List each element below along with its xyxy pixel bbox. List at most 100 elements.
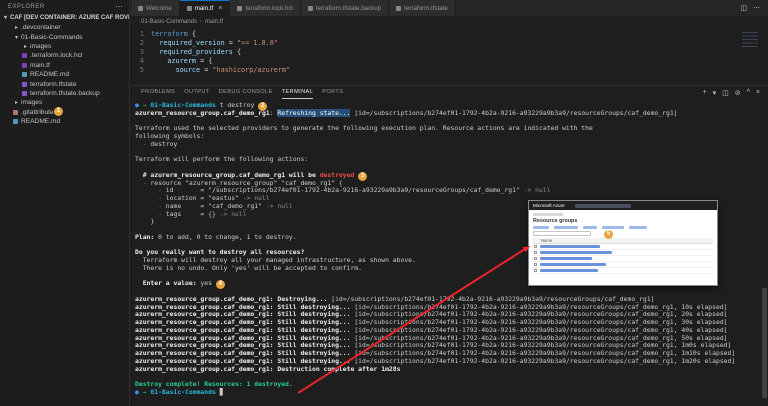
chevron-open-icon: ▾ bbox=[3, 15, 7, 21]
azure-toolbar-item bbox=[554, 225, 578, 229]
panel-tab-debug-console[interactable]: DEBUG CONSOLE bbox=[219, 86, 273, 99]
tree-item-label: .terraform.lock.hcl bbox=[30, 52, 83, 60]
panel-tab-ports[interactable]: PORTS bbox=[322, 86, 343, 99]
breadcrumb[interactable]: 01-Basic-Commands › main.tf bbox=[131, 16, 768, 27]
close-tab-icon[interactable]: × bbox=[218, 5, 222, 12]
terraform-lock-icon bbox=[22, 53, 27, 59]
tree-item[interactable]: README.md bbox=[0, 70, 129, 79]
azure-row-link bbox=[540, 263, 606, 267]
terminal-line: - destroy bbox=[142, 139, 178, 148]
azure-topbar-title: Microsoft Azure bbox=[533, 203, 565, 208]
checkbox-icon bbox=[534, 256, 537, 260]
chevron-open-icon: ▾ bbox=[14, 34, 18, 41]
terminal-scrollbar[interactable] bbox=[762, 98, 767, 404]
tree-item-label: .gitattributes bbox=[21, 108, 57, 116]
panel-tab-problems[interactable]: PROBLEMS bbox=[141, 86, 175, 99]
split-editor-icon[interactable]: ◫ bbox=[740, 4, 747, 12]
tab-label: terraform.tfstate bbox=[404, 4, 448, 12]
annotation-5-badge: 5 bbox=[604, 230, 613, 239]
checkbox-icon bbox=[534, 250, 537, 254]
tab-terraform.tfstate.backup[interactable]: terraform.tfstate.backup bbox=[300, 0, 390, 16]
sidebar: EXPLORER ⋯ ▾ CAF [DEV CONTAINER: AZURE C… bbox=[0, 0, 130, 406]
terminal-line: Terraform used the selected providers to… bbox=[135, 124, 593, 133]
azure-filter-box bbox=[533, 230, 591, 236]
azure-page-title: Resource groups bbox=[533, 217, 578, 224]
terminal-line: following symbols: bbox=[135, 132, 205, 140]
scrollbar-thumb[interactable] bbox=[762, 287, 767, 398]
tab-label: terraform.lock.hcl bbox=[245, 4, 293, 12]
tree-item[interactable]: ▸ images bbox=[0, 98, 129, 107]
tree-item[interactable]: README.md bbox=[0, 117, 129, 126]
breadcrumb-file[interactable]: main.tf bbox=[205, 19, 223, 25]
add-terminal-icon[interactable]: + bbox=[703, 89, 707, 96]
azure-toolbar-item bbox=[629, 225, 647, 229]
markdown-icon bbox=[22, 72, 27, 78]
checkbox-icon bbox=[534, 244, 537, 248]
azure-toolbar-skeleton bbox=[533, 225, 713, 229]
tree-item[interactable]: ▸ images bbox=[0, 42, 129, 51]
kill-terminal-icon[interactable]: ⊘ bbox=[735, 89, 741, 97]
tab-terraform.lock.hcl[interactable]: terraform.lock.hcl bbox=[230, 0, 301, 16]
split-terminal-icon[interactable]: ◫ bbox=[722, 89, 729, 97]
code-line: 5 source = "hashicorp/azurerm" bbox=[131, 66, 768, 75]
project-root-item[interactable]: ▾ CAF [DEV CONTAINER: AZURE CAF ROVER] bbox=[0, 13, 129, 23]
azure-table-row bbox=[533, 268, 713, 275]
tree-item-label: images bbox=[21, 99, 43, 107]
tree-item[interactable]: .terraform.lock.hcl bbox=[0, 51, 129, 60]
tree-item[interactable]: .gitattributes bbox=[0, 108, 129, 117]
line-number: 2 bbox=[139, 39, 144, 47]
checkbox-icon bbox=[534, 263, 537, 267]
panel-actions: + ▾ ◫ ⊘ ^ × bbox=[703, 89, 761, 97]
maximize-panel-icon[interactable]: ^ bbox=[747, 89, 750, 96]
tab-bar: Welcome main.tf × terraform.lock.hcl terrafo… bbox=[131, 0, 768, 16]
azure-body: Resource groups Name bbox=[529, 210, 717, 276]
tree-item[interactable]: ▸ .devcontainer bbox=[0, 23, 129, 32]
chevron-closed-icon: ▸ bbox=[14, 25, 18, 32]
explorer-title: EXPLORER bbox=[8, 4, 45, 10]
panel-tab-terminal[interactable]: TERMINAL bbox=[281, 86, 314, 99]
git-icon bbox=[13, 109, 18, 115]
tfstate-icon bbox=[22, 90, 27, 96]
terraform-icon bbox=[186, 6, 192, 11]
tree-item-label: images bbox=[30, 42, 52, 50]
code-line: 3 required_providers { bbox=[131, 48, 768, 57]
tree-item[interactable]: terraform.tfstate.backup bbox=[0, 89, 129, 98]
terminal-line: ● → 01-Basic-Commands ▊ bbox=[135, 387, 224, 396]
code-line: 2 required_version = ">= 1.0.0" bbox=[131, 39, 768, 48]
close-panel-icon[interactable]: × bbox=[756, 89, 760, 96]
explorer-header: EXPLORER ⋯ bbox=[0, 0, 129, 13]
azure-row-link bbox=[540, 244, 600, 248]
azure-toolbar-item bbox=[533, 225, 549, 229]
tabs: Welcome main.tf × terraform.lock.hcl terrafo… bbox=[131, 0, 456, 16]
panel-tabs: PROBLEMS OUTPUT DEBUG CONSOLE TERMINAL PORTS bbox=[141, 86, 343, 99]
tree-item[interactable]: ▾ 01-Basic-Commands bbox=[0, 32, 129, 41]
minimap[interactable] bbox=[742, 32, 758, 49]
code-editor[interactable]: 1 terraform {2 required_version = ">= 1.0… bbox=[131, 27, 768, 85]
terminal-dropdown-icon[interactable]: ▾ bbox=[713, 89, 717, 97]
breadcrumb-folder[interactable]: 01-Basic-Commands bbox=[141, 19, 197, 25]
terminal-line: azurerm_resource_group.caf_demo_rg1: Ref… bbox=[135, 108, 678, 117]
tree-item-label: 01-Basic-Commands bbox=[21, 33, 83, 41]
editor-actions: ◫ ⋯ bbox=[732, 0, 768, 16]
tree-item-label: terraform.tfstate bbox=[30, 80, 77, 88]
code-line: 1 terraform { bbox=[131, 30, 768, 39]
tab-label: Welcome bbox=[146, 4, 172, 12]
terraform-icon bbox=[22, 62, 27, 68]
file-tree: ▸ .devcontainer ▾ 01-Basic-Commands ▸ images.… bbox=[0, 23, 129, 126]
panel-header: PROBLEMS OUTPUT DEBUG CONSOLE TERMINAL PORTS… bbox=[131, 86, 768, 99]
tree-item[interactable]: terraform.tfstate bbox=[0, 79, 129, 88]
more-editor-actions-icon[interactable]: ⋯ bbox=[753, 4, 760, 12]
azure-toolbar-item bbox=[602, 225, 624, 229]
tfstate-icon bbox=[396, 5, 402, 11]
panel-tab-output[interactable]: OUTPUT bbox=[184, 86, 209, 99]
tree-item[interactable]: main.tf bbox=[0, 61, 129, 70]
tab-terraform.tfstate[interactable]: terraform.tfstate bbox=[389, 0, 456, 16]
tab-Welcome[interactable]: Welcome bbox=[131, 0, 180, 16]
project-root-label: CAF [DEV CONTAINER: AZURE CAF ROVER] bbox=[10, 14, 129, 21]
annotation-4-badge: 4 bbox=[215, 280, 225, 290]
tab-main.tf[interactable]: main.tf × bbox=[179, 0, 231, 16]
chevron-closed-icon: ▸ bbox=[14, 100, 18, 107]
code-lines: 1 terraform {2 required_version = ">= 1.0… bbox=[131, 30, 768, 75]
azure-toolbar-item bbox=[583, 225, 597, 229]
explorer-more-icon[interactable]: ⋯ bbox=[116, 3, 124, 11]
